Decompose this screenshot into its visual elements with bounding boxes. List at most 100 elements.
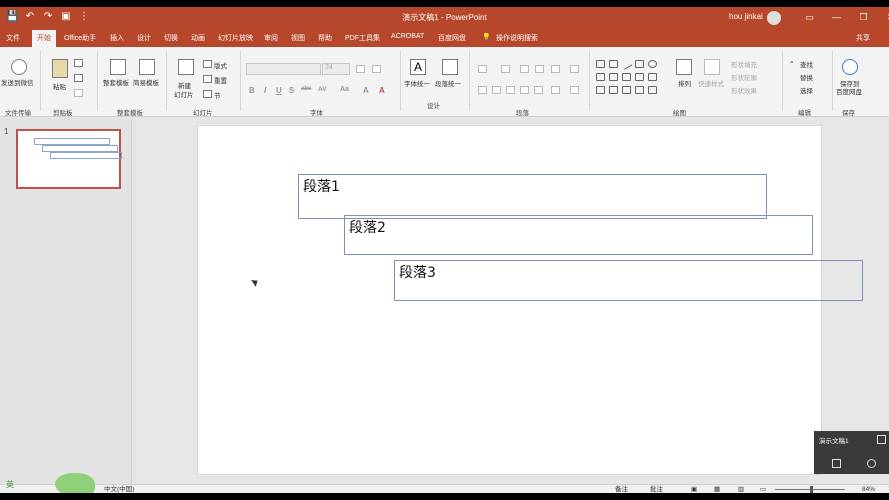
tab-review[interactable]: 审阅 <box>264 33 278 43</box>
ime-indicator[interactable]: 英 <box>6 479 14 490</box>
decrease-indent-icon[interactable] <box>520 65 529 73</box>
copy-icon[interactable] <box>74 74 83 82</box>
strikethrough-button[interactable]: abc <box>301 86 311 92</box>
restore-icon[interactable]: ❐ <box>850 10 877 24</box>
popup-settings-icon[interactable] <box>877 435 886 444</box>
zoom-level[interactable]: 84% <box>862 485 875 493</box>
textbox-paragraph-3[interactable]: 段落3 <box>394 260 863 301</box>
character-spacing-button[interactable]: AV <box>318 86 327 93</box>
format-painter-icon[interactable] <box>74 89 83 97</box>
comments-button[interactable]: 批注 <box>650 485 663 493</box>
shape-arrow-icon[interactable] <box>648 73 657 81</box>
font-size-box[interactable]: 24 <box>322 63 350 75</box>
shape-outline-button[interactable]: 形状轮廓 <box>731 72 757 82</box>
simple-template-button[interactable]: 简易模板 <box>133 77 159 87</box>
slideshow-view-icon[interactable]: ▭ <box>760 485 766 493</box>
baidu-cloud-icon[interactable] <box>842 59 858 75</box>
font-unify-button[interactable]: 字体统一 <box>404 78 430 88</box>
shape-roundrect-icon[interactable] <box>596 73 605 81</box>
paragraph-unify-button[interactable]: 段落统一 <box>435 78 461 88</box>
layout-icon[interactable] <box>203 60 212 68</box>
shape-star-icon[interactable] <box>596 86 605 94</box>
shape-rectangle-icon[interactable] <box>596 60 605 68</box>
full-template-icon[interactable] <box>110 59 126 75</box>
quick-styles-button[interactable]: 快速样式 <box>698 78 724 88</box>
font-color-button[interactable]: A <box>379 86 385 95</box>
paste-icon[interactable] <box>52 59 68 78</box>
zoom-slider-thumb[interactable] <box>810 486 813 493</box>
select-button[interactable]: 选择 <box>800 85 813 95</box>
shape-brace-icon[interactable] <box>635 86 644 94</box>
tab-animations[interactable]: 动画 <box>191 33 205 43</box>
slide-canvas[interactable]: 段落1 段落2 段落3 <box>197 125 863 475</box>
close-icon[interactable]: ✕ <box>877 10 889 24</box>
italic-button[interactable]: I <box>264 86 266 95</box>
tab-acrobat[interactable]: ACROBAT <box>391 33 424 40</box>
grow-font-icon[interactable] <box>356 65 365 73</box>
shadow-button[interactable]: S <box>289 86 294 95</box>
reset-button[interactable]: 重置 <box>214 75 227 85</box>
tab-baidu-netdisk[interactable]: 百度网盘 <box>438 33 466 43</box>
send-to-wechat-button[interactable]: 发送到微信 <box>1 77 34 87</box>
shape-elbow-icon[interactable] <box>622 73 631 81</box>
tell-me-search[interactable]: 操作说明搜索 <box>496 33 538 43</box>
increase-indent-icon[interactable] <box>535 65 544 73</box>
notes-button[interactable]: 备注 <box>615 485 628 493</box>
textbox-paragraph-1[interactable]: 段落1 <box>298 174 767 219</box>
textbox-paragraph-2[interactable]: 段落2 <box>344 215 813 255</box>
paste-button[interactable]: 粘贴 <box>53 81 66 91</box>
columns-icon[interactable] <box>551 86 560 94</box>
font-unify-icon[interactable]: A <box>410 59 426 75</box>
wechat-send-icon[interactable] <box>11 59 27 75</box>
align-center-icon[interactable] <box>492 86 501 94</box>
numbering-icon[interactable] <box>501 65 510 73</box>
minimize-icon[interactable]: — <box>823 10 850 24</box>
tab-help[interactable]: 帮助 <box>318 33 332 43</box>
paragraph-unify-icon[interactable] <box>442 59 458 75</box>
ribbon-display-options-icon[interactable]: ▭ <box>796 10 823 24</box>
bullets-icon[interactable] <box>478 65 487 73</box>
share-button[interactable]: 共享 <box>856 33 870 43</box>
slide-thumbnail[interactable] <box>16 129 122 189</box>
user-name[interactable]: hou jinkai <box>729 12 763 21</box>
language-indicator[interactable]: 中文(中国) <box>104 485 134 493</box>
section-button[interactable]: 节 <box>214 90 221 100</box>
font-name-box[interactable] <box>246 63 321 75</box>
shape-oval-icon[interactable] <box>648 60 657 68</box>
reset-icon[interactable] <box>203 75 212 83</box>
tab-office-assistant[interactable]: Office助手 <box>64 33 96 43</box>
new-slide-label[interactable]: 幻灯片 <box>174 89 194 99</box>
cut-icon[interactable] <box>74 59 83 67</box>
popup-cloud-icon[interactable] <box>867 459 876 468</box>
highlight-button[interactable]: A <box>363 86 369 95</box>
change-case-button[interactable]: Aa <box>340 86 349 93</box>
document-popup[interactable]: 演示文稿1 <box>814 431 889 474</box>
shape-bracket-icon[interactable] <box>609 86 618 94</box>
normal-view-icon[interactable]: ▣ <box>691 485 697 493</box>
arrange-icon[interactable] <box>676 59 692 75</box>
shape-fill-button[interactable]: 形状填充 <box>731 59 757 69</box>
clear-formatting-icon[interactable] <box>372 65 381 73</box>
shape-rect-icon[interactable] <box>635 60 644 68</box>
quick-styles-icon[interactable] <box>704 59 720 75</box>
avatar[interactable] <box>767 11 781 25</box>
new-slide-icon[interactable] <box>178 59 194 75</box>
align-left-icon[interactable] <box>478 86 487 94</box>
slide-sorter-icon[interactable]: ▦ <box>714 485 720 493</box>
line-spacing-icon[interactable] <box>551 65 560 73</box>
replace-button[interactable]: 替换 <box>800 72 813 82</box>
shape-connector-icon[interactable] <box>635 73 644 81</box>
tab-file[interactable]: 文件 <box>6 33 20 43</box>
full-template-button[interactable]: 整套模板 <box>103 77 129 87</box>
bold-button[interactable]: B <box>249 86 255 95</box>
smartart-icon[interactable] <box>570 86 579 94</box>
save-to-baidu-label[interactable]: 百度网盘 <box>836 86 862 96</box>
layout-button[interactable]: 版式 <box>214 60 227 70</box>
reading-view-icon[interactable]: ▥ <box>738 485 744 493</box>
arrange-button[interactable]: 排列 <box>678 78 691 88</box>
tab-slideshow[interactable]: 幻灯片放映 <box>218 33 253 43</box>
align-right-icon[interactable] <box>506 86 515 94</box>
distributed-icon[interactable] <box>534 86 543 94</box>
tab-design[interactable]: 设计 <box>137 33 151 43</box>
shape-triangle-icon[interactable] <box>609 73 618 81</box>
